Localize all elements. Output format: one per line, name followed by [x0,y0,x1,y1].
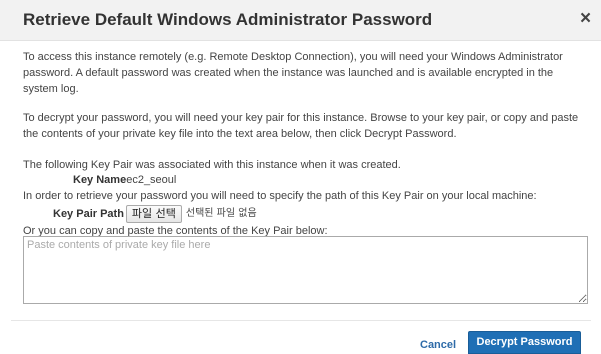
associated-key-note: The following Key Pair was associated wi… [23,159,401,171]
key-pair-path-label: Key Pair Path [53,208,124,220]
decrypt-instructions: To decrypt your password, you will need … [23,112,579,140]
dialog-body: To access this instance remotely (e.g. R… [23,49,588,239]
dialog-title: Retrieve Default Windows Administrator P… [23,10,433,29]
key-name-label: Key Name [73,174,127,186]
key-pair-path-row: Key Pair Path 파일 선택 선택된 파일 없음 [23,204,588,224]
choose-file-button[interactable]: 파일 선택 [125,205,182,223]
key-name-value: ec2_seoul [126,174,177,186]
close-icon[interactable]: × [580,9,591,28]
decrypt-password-button[interactable]: Decrypt Password [468,331,581,354]
dialog-header: Retrieve Default Windows Administrator P… [0,0,601,41]
footer-divider [11,320,591,321]
intro-text: To access this instance remotely (e.g. R… [23,51,563,95]
retrieve-note: In order to retrieve your password you w… [23,190,537,202]
no-file-selected-text: 선택된 파일 없음 [185,208,257,219]
cancel-link[interactable]: Cancel [420,339,456,351]
key-name-row: Key Nameec2_seoul [23,173,588,188]
private-key-textarea[interactable] [23,236,588,304]
